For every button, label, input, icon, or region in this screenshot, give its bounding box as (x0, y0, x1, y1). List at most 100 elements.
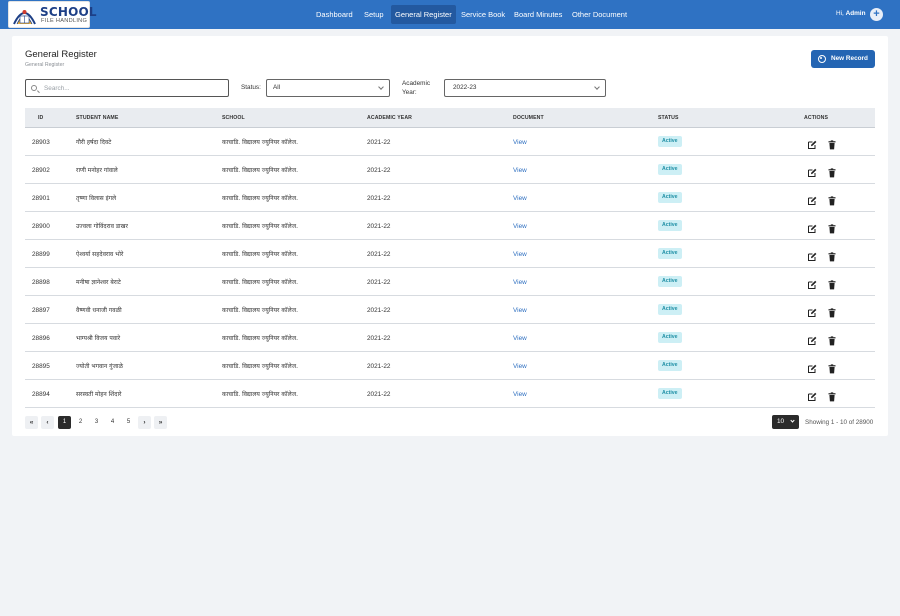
trash-icon[interactable] (827, 389, 837, 402)
page-5-button[interactable]: 5 (122, 416, 135, 429)
edit-icon[interactable] (807, 333, 817, 345)
trash-icon[interactable] (827, 249, 837, 262)
status-label: Status: (241, 84, 261, 91)
brand-subtitle: FILE HANDLING (41, 18, 88, 24)
view-document-link[interactable]: View (513, 195, 527, 202)
general-register-card: General Register General Register New Re… (12, 36, 888, 436)
edit-icon[interactable] (807, 193, 817, 205)
nav-other-document[interactable]: Other Document (568, 5, 631, 24)
trash-icon[interactable] (827, 305, 837, 318)
cell-school: काचाडि. विद्यालय ज्युनियर कॉलेज. (222, 195, 299, 202)
edit-icon[interactable] (807, 361, 817, 373)
status-badge: Active (658, 276, 682, 287)
brand-title: SCHOOL (40, 5, 97, 19)
top-navbar: SCHOOL FILE HANDLING Dashboard Setup Gen… (0, 0, 900, 29)
trash-icon[interactable] (827, 165, 837, 178)
trash-icon[interactable] (827, 221, 837, 234)
user-name: Admin (845, 10, 866, 17)
column-id[interactable]: ID (38, 115, 43, 121)
page-2-button[interactable]: 2 (74, 416, 87, 429)
academic-year-label-line1: Academic (402, 80, 431, 87)
trash-icon[interactable] (827, 193, 837, 206)
cell-id: 28902 (32, 167, 50, 174)
nav-general-register[interactable]: General Register (391, 5, 456, 24)
page-4-button[interactable]: 4 (106, 416, 119, 429)
prev-page-button[interactable]: ‹ (41, 416, 54, 429)
page-1-button[interactable]: 1 (58, 416, 71, 429)
cell-id: 28899 (32, 251, 50, 258)
cell-id: 28896 (32, 335, 50, 342)
cell-academic-year: 2021-22 (367, 363, 391, 370)
page-3-button[interactable]: 3 (90, 416, 103, 429)
trash-icon[interactable] (827, 333, 837, 346)
per-page-value: 10 (777, 418, 785, 425)
view-document-link[interactable]: View (513, 363, 527, 370)
table-row: 28900 उज्वला गोविंदराव डाखर काचाडि. विद्या… (25, 212, 875, 240)
cell-school: काचाडि. विद्यालय ज्युनियर कॉलेज. (222, 335, 299, 342)
cell-student-name: तृष्णा विलास इंगले (76, 195, 117, 202)
edit-icon[interactable] (807, 137, 817, 149)
view-document-link[interactable]: View (513, 251, 527, 258)
column-document[interactable]: DOCUMENT (513, 115, 544, 121)
cell-academic-year: 2021-22 (367, 307, 391, 314)
last-page-button[interactable]: » (154, 416, 167, 429)
cell-school: काचाडि. विद्यालय ज्युनियर कॉलेज. (222, 363, 299, 370)
view-document-link[interactable]: View (513, 279, 527, 286)
column-actions: ACTIONS (804, 115, 829, 121)
view-document-link[interactable]: View (513, 391, 527, 398)
nav-dashboard[interactable]: Dashboard (312, 5, 357, 24)
nav-board-minutes[interactable]: Board Minutes (510, 5, 566, 24)
nav-service-book[interactable]: Service Book (457, 5, 509, 24)
cell-school: काचाडि. विद्यालय ज्युनियर कॉलेज. (222, 307, 299, 314)
view-document-link[interactable]: View (513, 139, 527, 146)
new-record-label: New Record (831, 55, 868, 62)
search-box[interactable] (25, 79, 229, 97)
column-academic-year[interactable]: ACADEMIC YEAR (367, 115, 412, 121)
cell-student-name: गौरी हर्षदा दिवटे (76, 139, 112, 146)
next-page-button[interactable]: › (138, 416, 151, 429)
status-badge: Active (658, 388, 682, 399)
cell-student-name: सरस्वती मोहन शिंदारे (76, 391, 122, 398)
cell-student-name: ज्योती भगवान गुंजाळे (76, 363, 124, 370)
trash-icon[interactable] (827, 277, 837, 290)
cell-student-name: उज्वला गोविंदराव डाखर (76, 223, 128, 230)
edit-icon[interactable] (807, 305, 817, 317)
view-document-link[interactable]: View (513, 335, 527, 342)
search-input[interactable] (44, 82, 224, 94)
academic-year-select[interactable]: 2022-23 (444, 79, 606, 97)
breadcrumb[interactable]: General Register (25, 62, 64, 68)
edit-icon[interactable] (807, 389, 817, 401)
greeting-text: Hi, (836, 10, 844, 17)
first-page-button[interactable]: « (25, 416, 38, 429)
cell-student-name: ऐश्वर्या सहदेवराव भोरे (76, 251, 124, 258)
column-status[interactable]: STATUS (658, 115, 679, 121)
view-document-link[interactable]: View (513, 223, 527, 230)
trash-icon[interactable] (827, 361, 837, 374)
trash-icon[interactable] (827, 137, 837, 150)
new-record-button[interactable]: New Record (811, 50, 875, 68)
chevron-down-icon (594, 84, 600, 90)
cell-academic-year: 2021-22 (367, 167, 391, 174)
status-badge: Active (658, 332, 682, 343)
cell-academic-year: 2021-22 (367, 391, 391, 398)
edit-icon[interactable] (807, 221, 817, 233)
cell-id: 28900 (32, 223, 50, 230)
edit-icon[interactable] (807, 165, 817, 177)
edit-icon[interactable] (807, 249, 817, 261)
column-school[interactable]: SCHOOL (222, 115, 245, 121)
cell-academic-year: 2021-22 (367, 279, 391, 286)
cell-student-name: वैष्णवी धनाजी गवळी (76, 307, 122, 314)
academic-year-label: Academic Year: (402, 79, 430, 97)
view-document-link[interactable]: View (513, 167, 527, 174)
table-header: ID STUDENT NAME SCHOOL ACADEMIC YEAR DOC… (25, 108, 875, 128)
school-logo[interactable]: SCHOOL FILE HANDLING (8, 1, 97, 28)
cell-school: काचाडि. विद्यालय ज्युनियर कॉलेज. (222, 139, 299, 146)
plus-icon[interactable]: + (870, 8, 883, 21)
cell-student-name: भाग्यश्री विजय पवारे (76, 335, 121, 342)
column-student-name[interactable]: STUDENT NAME (76, 115, 118, 121)
edit-icon[interactable] (807, 277, 817, 289)
nav-setup[interactable]: Setup (360, 5, 388, 24)
status-select[interactable]: All (266, 79, 390, 97)
per-page-select[interactable]: 10 (772, 415, 799, 429)
view-document-link[interactable]: View (513, 307, 527, 314)
